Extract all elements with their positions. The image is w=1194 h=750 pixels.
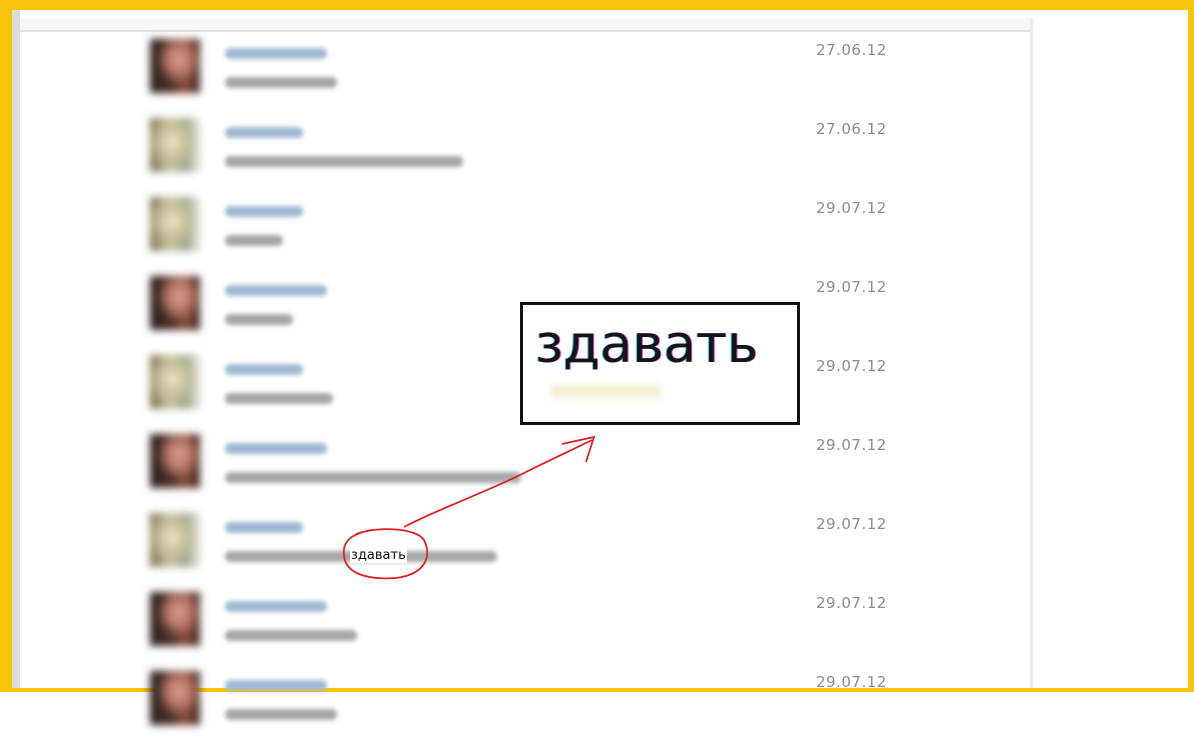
message-date: 29.07.12	[816, 199, 887, 217]
message-preview	[225, 472, 521, 483]
sender-name[interactable]	[225, 285, 327, 296]
avatar[interactable]	[150, 671, 200, 725]
avatar[interactable]	[150, 434, 200, 488]
message-date: 29.07.12	[816, 515, 887, 533]
message-preview	[225, 709, 337, 720]
message-preview	[225, 393, 333, 404]
message-date: 29.07.12	[816, 673, 887, 691]
avatar[interactable]	[150, 513, 200, 567]
sender-name[interactable]	[225, 48, 327, 59]
message-preview	[225, 630, 357, 641]
avatar[interactable]	[150, 355, 200, 409]
message-date: 29.07.12	[816, 357, 887, 375]
message-date: 27.06.12	[816, 120, 887, 138]
avatar[interactable]	[150, 118, 200, 172]
message-preview	[225, 314, 293, 325]
message-preview	[225, 77, 337, 88]
message-row[interactable]: 27.06.12	[0, 118, 1030, 197]
message-date: 29.07.12	[816, 436, 887, 454]
message-row[interactable]: 29.07.12	[0, 276, 1030, 355]
sender-name[interactable]	[225, 127, 303, 138]
avatar[interactable]	[150, 592, 200, 646]
zoom-callout-word: здавать	[535, 314, 759, 375]
sender-name[interactable]	[225, 364, 303, 375]
avatar[interactable]	[150, 39, 200, 93]
zoom-callout-blur	[551, 385, 661, 397]
message-row[interactable]: 29.07.12	[0, 513, 1030, 592]
message-row[interactable]: 29.07.12	[0, 671, 1030, 750]
message-row[interactable]: 27.06.12	[0, 39, 1030, 118]
message-row[interactable]: 29.07.12	[0, 197, 1030, 276]
message-date: 27.06.12	[816, 41, 887, 59]
message-date: 29.07.12	[816, 594, 887, 612]
sender-name[interactable]	[225, 522, 303, 533]
zoom-callout-box: здавать	[520, 302, 800, 425]
highlighted-word: здавать	[350, 548, 407, 563]
message-preview	[225, 235, 283, 246]
message-preview	[225, 156, 463, 167]
sender-name[interactable]	[225, 206, 303, 217]
message-row[interactable]: 29.07.12	[0, 355, 1030, 434]
message-date: 29.07.12	[816, 278, 887, 296]
message-row[interactable]: 29.07.12	[0, 434, 1030, 513]
message-row[interactable]: 29.07.12	[0, 592, 1030, 671]
sender-name[interactable]	[225, 680, 327, 691]
avatar[interactable]	[150, 197, 200, 251]
sender-name[interactable]	[225, 601, 327, 612]
sender-name[interactable]	[225, 443, 327, 454]
avatar[interactable]	[150, 276, 200, 330]
